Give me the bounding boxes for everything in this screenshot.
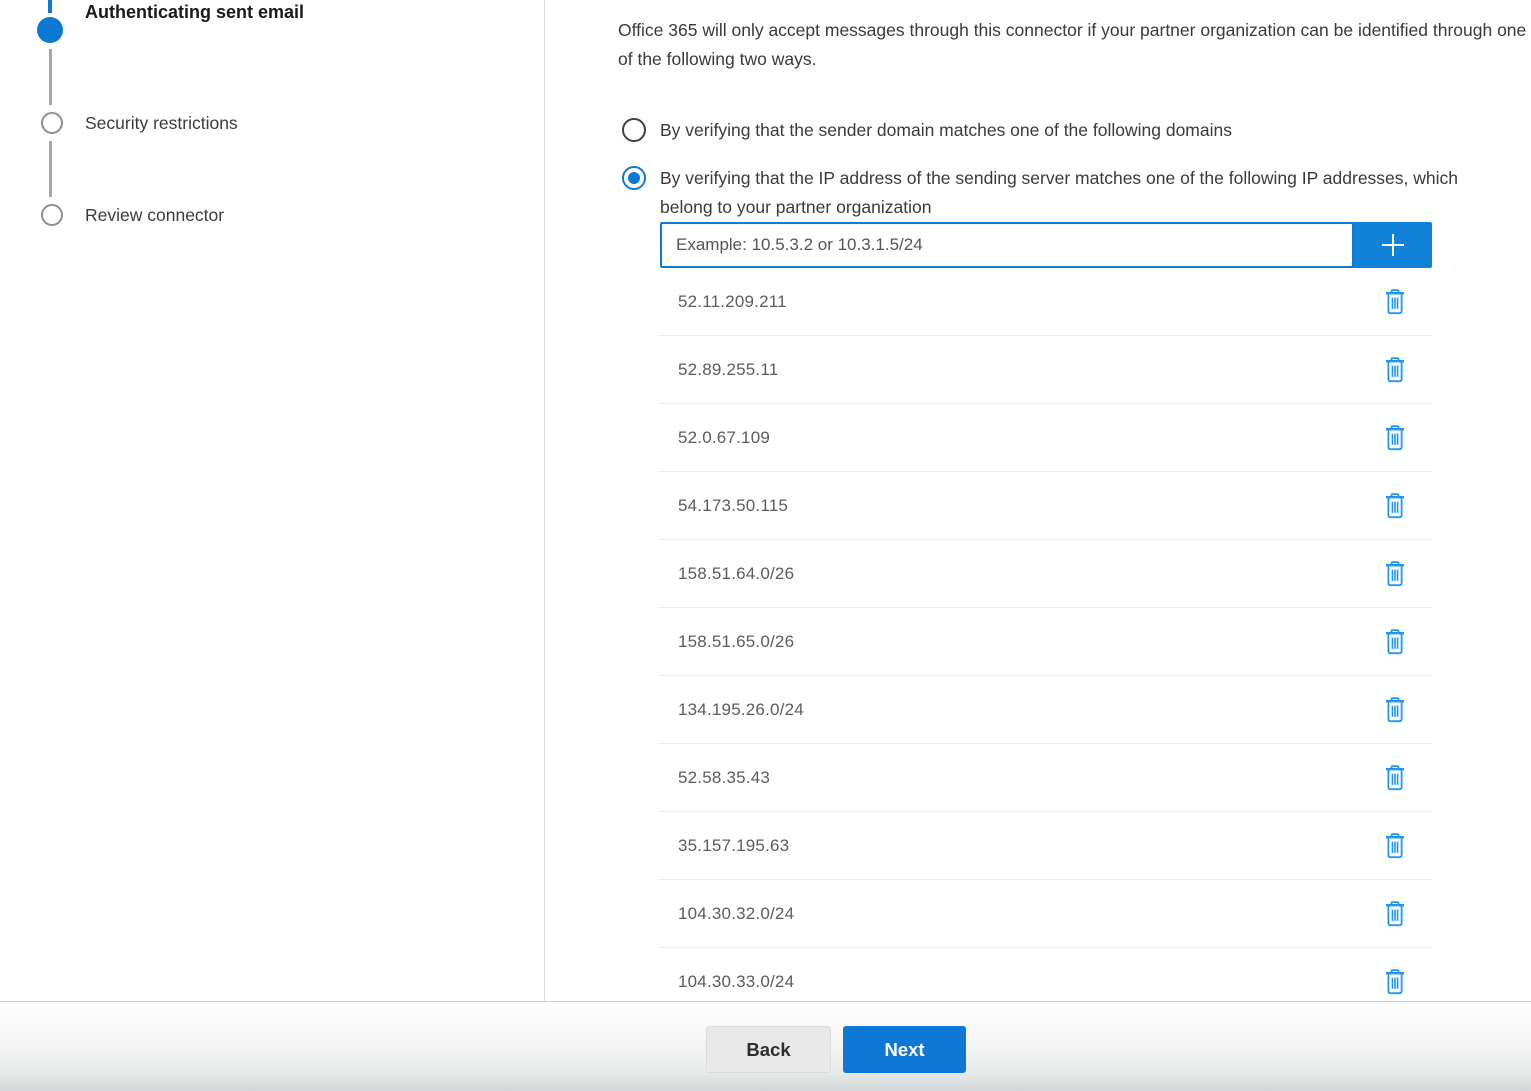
step-connector-line [49, 141, 52, 197]
ip-value: 52.11.209.211 [678, 292, 787, 312]
delete-ip-button[interactable] [1382, 695, 1408, 725]
option-ip-address-label: By verifying that the IP address of the … [660, 164, 1480, 222]
connector-wizard-page: Authenticating sent email Security restr… [0, 0, 1531, 1091]
wizard-footer: Back Next [0, 1001, 1531, 1091]
delete-ip-button[interactable] [1382, 559, 1408, 589]
option-ip-address[interactable]: By verifying that the IP address of the … [622, 164, 1480, 222]
trash-icon [1384, 493, 1406, 519]
delete-ip-button[interactable] [1382, 899, 1408, 929]
next-button[interactable]: Next [843, 1026, 966, 1073]
intro-text: Office 365 will only accept messages thr… [618, 16, 1531, 73]
ip-list-row: 35.157.195.63 [658, 812, 1432, 880]
trash-icon [1384, 901, 1406, 927]
wizard-step-security-restrictions: Security restrictions [85, 111, 238, 135]
trash-icon [1384, 697, 1406, 723]
ip-list-row: 104.30.33.0/24 [658, 948, 1432, 1001]
delete-ip-button[interactable] [1382, 627, 1408, 657]
step-circle-icon [41, 204, 63, 226]
ip-value: 104.30.32.0/24 [678, 904, 794, 924]
trash-icon [1384, 765, 1406, 791]
ip-list-row: 52.89.255.11 [658, 336, 1432, 404]
ip-value: 54.173.50.115 [678, 496, 788, 516]
delete-ip-button[interactable] [1382, 355, 1408, 385]
ip-value: 104.30.33.0/24 [678, 972, 794, 992]
add-ip-button[interactable] [1354, 222, 1432, 268]
ip-list: 52.11.209.211 52.89.255.11 [658, 268, 1432, 1001]
trash-icon [1384, 969, 1406, 995]
delete-ip-button[interactable] [1382, 491, 1408, 521]
delete-ip-button[interactable] [1382, 423, 1408, 453]
ip-value: 52.58.35.43 [678, 768, 770, 788]
delete-ip-button[interactable] [1382, 287, 1408, 317]
wizard-step-review-connector: Review connector [85, 203, 224, 227]
ip-list-row: 54.173.50.115 [658, 472, 1432, 540]
ip-list-row: 158.51.65.0/26 [658, 608, 1432, 676]
ip-list-row: 52.11.209.211 [658, 268, 1432, 336]
step-active-dot-icon [37, 17, 63, 43]
ip-list-row: 134.195.26.0/24 [658, 676, 1432, 744]
back-button[interactable]: Back [706, 1026, 831, 1073]
ip-value: 158.51.64.0/26 [678, 564, 794, 584]
ip-list-row: 52.58.35.43 [658, 744, 1432, 812]
ip-value: 52.0.67.109 [678, 428, 770, 448]
trash-icon [1384, 561, 1406, 587]
radio-unselected-icon[interactable] [622, 118, 646, 142]
wizard-step-authenticating-sent-email: Authenticating sent email [85, 0, 304, 24]
ip-list-row: 104.30.32.0/24 [658, 880, 1432, 948]
step-connector-line [49, 49, 52, 105]
option-sender-domain-label: By verifying that the sender domain matc… [660, 116, 1232, 145]
add-icon [1377, 229, 1409, 261]
ip-value: 134.195.26.0/24 [678, 700, 804, 720]
radio-selected-icon[interactable] [622, 166, 646, 190]
ip-list-row: 158.51.64.0/26 [658, 540, 1432, 608]
delete-ip-button[interactable] [1382, 967, 1408, 997]
step-circle-icon [41, 112, 63, 134]
delete-ip-button[interactable] [1382, 831, 1408, 861]
trash-icon [1384, 629, 1406, 655]
step-connector-completed [48, 0, 52, 13]
option-sender-domain[interactable]: By verifying that the sender domain matc… [622, 116, 1232, 145]
ip-value: 35.157.195.63 [678, 836, 789, 856]
trash-icon [1384, 289, 1406, 315]
wizard-steps-panel: Authenticating sent email Security restr… [0, 0, 545, 1001]
ip-value: 158.51.65.0/26 [678, 632, 794, 652]
trash-icon [1384, 833, 1406, 859]
trash-icon [1384, 425, 1406, 451]
delete-ip-button[interactable] [1382, 763, 1408, 793]
ip-address-input[interactable] [660, 222, 1354, 268]
trash-icon [1384, 357, 1406, 383]
ip-value: 52.89.255.11 [678, 360, 778, 380]
ip-list-row: 52.0.67.109 [658, 404, 1432, 472]
